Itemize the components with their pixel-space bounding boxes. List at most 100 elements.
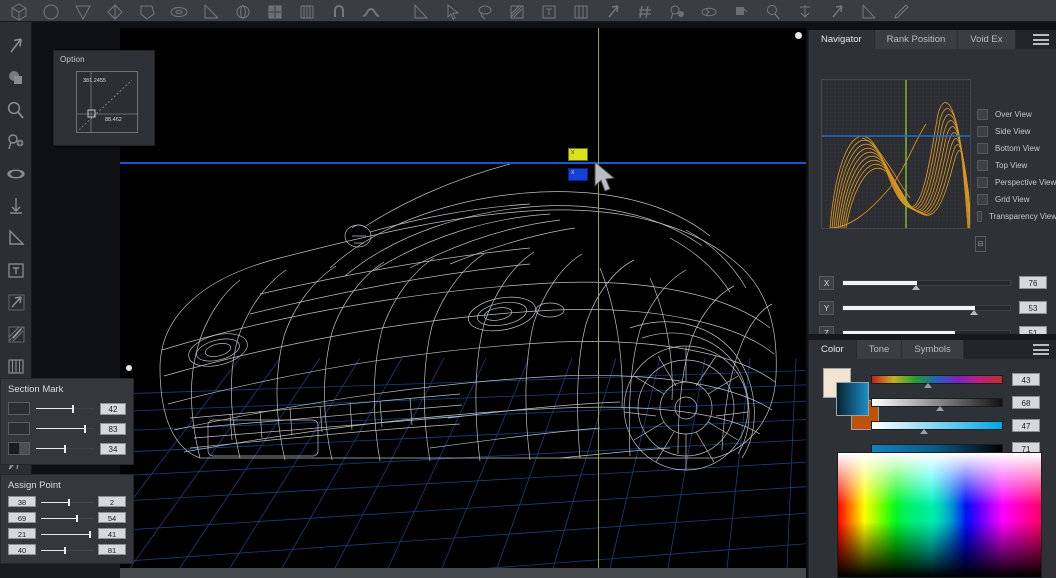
checkbox-grid-view[interactable]: [977, 194, 988, 205]
tab-symbols[interactable]: Symbols: [902, 340, 964, 359]
checkbox-row-side-view[interactable]: Side View: [977, 123, 1056, 140]
move-arrow-icon[interactable]: [4, 290, 28, 314]
checkbox-over-view[interactable]: [977, 109, 988, 120]
book-icon[interactable]: [296, 1, 318, 21]
snake-curve-icon[interactable]: [360, 1, 382, 21]
tab-rank-position[interactable]: Rank Position: [874, 30, 959, 49]
tab-void-ex[interactable]: Void Ex: [958, 30, 1016, 49]
assign-slider[interactable]: [41, 513, 93, 523]
checkbox-transparency-view[interactable]: [977, 211, 982, 222]
hue-value[interactable]: 43: [1012, 373, 1040, 386]
checkbox-perspective-view[interactable]: [977, 177, 988, 188]
torus-icon[interactable]: [168, 1, 190, 21]
measure-icon[interactable]: [858, 1, 880, 21]
viewport-resize-handle[interactable]: [795, 32, 802, 39]
triangle-ruler-icon[interactable]: [410, 1, 432, 21]
assign-left-value[interactable]: 40: [8, 544, 36, 555]
checkbox-row-over-view[interactable]: Over View: [977, 106, 1056, 123]
axis-row-x[interactable]: X 76: [809, 270, 1056, 295]
brightness-slider[interactable]: [871, 397, 1003, 411]
slider-row-hue[interactable]: 43: [871, 370, 1056, 389]
section-value[interactable]: 42: [100, 402, 126, 415]
navigator-graph[interactable]: [821, 79, 971, 229]
checkbox-row-bottom-view[interactable]: Bottom View: [977, 140, 1056, 157]
brightness-value[interactable]: 68: [1012, 396, 1040, 409]
assign-slider[interactable]: [41, 545, 93, 555]
checkbox-side-view[interactable]: [977, 126, 988, 137]
assign-right-value[interactable]: 2: [98, 496, 126, 507]
assign-slider[interactable]: [41, 529, 93, 539]
saturation-value[interactable]: 47: [1012, 419, 1040, 432]
magnet-icon[interactable]: [328, 1, 350, 21]
checkbox-row-perspective-view[interactable]: Perspective View: [977, 174, 1056, 191]
assign-left-value[interactable]: 69: [8, 512, 36, 523]
pointer-icon[interactable]: [4, 34, 28, 58]
diamond-icon[interactable]: [104, 1, 126, 21]
assign-slider[interactable]: [41, 497, 93, 507]
text-tool-icon[interactable]: [4, 258, 28, 282]
section-swatch[interactable]: [8, 422, 30, 435]
hue-slider[interactable]: [871, 374, 1003, 388]
paint-icon[interactable]: [730, 1, 752, 21]
tab-tone[interactable]: Tone: [856, 340, 903, 359]
section-swatch[interactable]: [8, 402, 30, 415]
axis-row-y[interactable]: Y 53: [809, 295, 1056, 320]
checkbox-row-top-view[interactable]: Top View: [977, 157, 1056, 174]
checkbox-bottom-view[interactable]: [977, 143, 988, 154]
shapes-icon[interactable]: [4, 66, 28, 90]
color-picker-field[interactable]: [837, 452, 1042, 578]
section-mark-row[interactable]: 42: [1, 402, 133, 415]
section-slider[interactable]: [36, 403, 94, 414]
assign-point-row[interactable]: 69 54: [1, 512, 133, 523]
section-slider[interactable]: [36, 443, 94, 454]
hamburger-menu-icon[interactable]: [1033, 34, 1049, 45]
book-icon[interactable]: [4, 354, 28, 378]
section-panel-handle[interactable]: [126, 365, 132, 371]
arrow-up-icon[interactable]: [602, 1, 624, 21]
hamburger-menu-icon[interactable]: [1033, 344, 1049, 355]
section-swatch[interactable]: [8, 442, 30, 455]
section-value[interactable]: 34: [100, 442, 126, 455]
anchor-icon[interactable]: [794, 1, 816, 21]
assign-left-value[interactable]: 38: [8, 496, 36, 507]
assign-point-row[interactable]: 40 81: [1, 544, 133, 555]
circle-icon[interactable]: [40, 1, 62, 21]
slider-row-brightness[interactable]: 68: [871, 393, 1056, 412]
checkbox-row-transparency-view[interactable]: Transparency View: [977, 208, 1056, 225]
add-point-icon[interactable]: [666, 1, 688, 21]
option-panel[interactable]: Option 381.2455 88.462: [53, 50, 155, 146]
assign-left-value[interactable]: 21: [8, 528, 36, 539]
pen-icon[interactable]: [890, 1, 912, 21]
tab-color[interactable]: Color: [809, 340, 857, 359]
pentagon-icon[interactable]: [136, 1, 158, 21]
cone-icon[interactable]: [72, 1, 94, 21]
section-mark-row[interactable]: 34: [1, 442, 133, 455]
section-mark-row[interactable]: 83: [1, 422, 133, 435]
assign-point-row[interactable]: 38 2: [1, 496, 133, 507]
axis-value-y[interactable]: 53: [1019, 301, 1047, 314]
blue-swatch[interactable]: [836, 382, 869, 416]
section-slider[interactable]: [36, 423, 94, 434]
shade-icon[interactable]: [506, 1, 528, 21]
assign-point-row[interactable]: 21 41: [1, 528, 133, 539]
lasso-icon[interactable]: [474, 1, 496, 21]
hash-icon[interactable]: [634, 1, 656, 21]
magnify-icon[interactable]: [4, 98, 28, 122]
3d-viewport[interactable]: X X: [120, 28, 806, 568]
panel-icon[interactable]: [570, 1, 592, 21]
expand-icon[interactable]: ⊟: [975, 236, 986, 252]
angle-ruler-icon[interactable]: [4, 226, 28, 250]
checkbox-row-grid-view[interactable]: Grid View: [977, 191, 1056, 208]
grid-square-icon[interactable]: [264, 1, 286, 21]
text-tool-icon[interactable]: [538, 1, 560, 21]
saturation-slider[interactable]: [871, 420, 1003, 434]
axis-value-x[interactable]: 76: [1019, 276, 1047, 289]
section-value[interactable]: 83: [100, 422, 126, 435]
angle-icon[interactable]: [200, 1, 222, 21]
rotate-icon[interactable]: [4, 162, 28, 186]
rotate-icon[interactable]: [698, 1, 720, 21]
cube-icon[interactable]: [8, 1, 30, 21]
checkbox-top-view[interactable]: [977, 160, 988, 171]
yellow-marker-badge[interactable]: X: [568, 148, 588, 161]
select-arrow-icon[interactable]: [442, 1, 464, 21]
